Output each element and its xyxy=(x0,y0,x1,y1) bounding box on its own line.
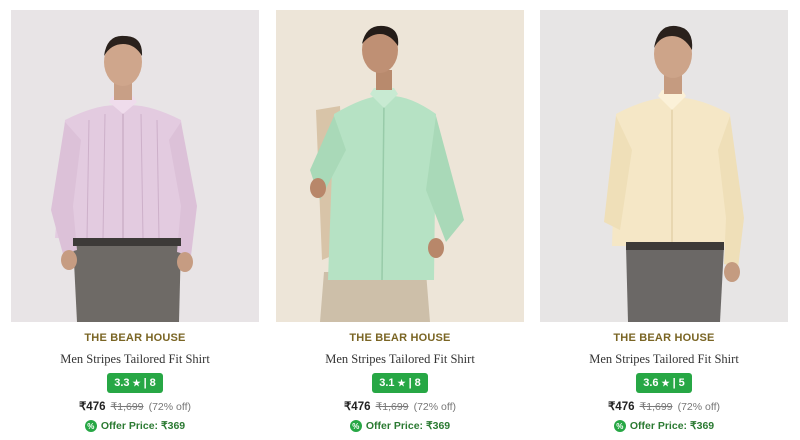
original-price: ₹1,699 xyxy=(110,401,144,413)
model-mint-shirt-photo xyxy=(276,10,524,322)
offer-tag-icon: % xyxy=(613,420,626,432)
offer-price: % Offer Price: ₹369 xyxy=(349,420,451,432)
product-image[interactable] xyxy=(276,10,524,322)
product-name[interactable]: Men Stripes Tailored Fit Shirt xyxy=(276,351,524,367)
original-price: ₹1,699 xyxy=(639,401,673,413)
review-count: 5 xyxy=(678,377,685,389)
discount-percent: (72% off) xyxy=(148,401,192,413)
star-icon: ★ xyxy=(661,377,670,388)
star-icon: ★ xyxy=(397,377,406,388)
brand-name: THE BEAR HOUSE xyxy=(84,332,186,344)
product-image[interactable] xyxy=(11,10,259,322)
model-lilac-shirt-photo xyxy=(11,10,259,322)
selling-price: ₹476 xyxy=(343,401,371,413)
offer-price: % Offer Price: ₹369 xyxy=(613,420,715,432)
price-row: ₹476 ₹1,699 (72% off) xyxy=(276,400,524,414)
product-card[interactable]: THE BEAR HOUSE Men Stripes Tailored Fit … xyxy=(276,10,524,438)
product-card[interactable]: THE BEAR HOUSE Men Stripes Tailored Fit … xyxy=(540,10,788,438)
offer-price-text: Offer Price: ₹369 xyxy=(629,420,715,432)
offer-price: % Offer Price: ₹369 xyxy=(84,420,186,432)
model-cream-shirt-photo xyxy=(540,10,788,322)
star-icon: ★ xyxy=(132,377,141,388)
rating-separator: | xyxy=(143,377,147,389)
offer-tag-icon: % xyxy=(349,420,362,432)
rating-badge[interactable]: 3.1 ★ | 8 xyxy=(372,373,428,393)
price-row: ₹476 ₹1,699 (72% off) xyxy=(540,400,788,414)
rating-badge[interactable]: 3.6 ★ | 5 xyxy=(636,373,692,393)
offer-price-text: Offer Price: ₹369 xyxy=(365,420,451,432)
review-count: 8 xyxy=(149,377,156,389)
discount-percent: (72% off) xyxy=(677,401,721,413)
brand-name: THE BEAR HOUSE xyxy=(349,332,451,344)
offer-tag-icon: % xyxy=(84,420,97,432)
offer-price-text: Offer Price: ₹369 xyxy=(100,420,186,432)
original-price: ₹1,699 xyxy=(375,401,409,413)
product-name[interactable]: Men Stripes Tailored Fit Shirt xyxy=(11,351,259,367)
rating-separator: | xyxy=(672,377,676,389)
rating-badge[interactable]: 3.3 ★ | 8 xyxy=(107,373,163,393)
product-name[interactable]: Men Stripes Tailored Fit Shirt xyxy=(540,351,788,367)
rating-value: 3.1 xyxy=(379,377,395,389)
brand-name: THE BEAR HOUSE xyxy=(613,332,715,344)
product-grid: THE BEAR HOUSE Men Stripes Tailored Fit … xyxy=(0,0,800,440)
product-card[interactable]: THE BEAR HOUSE Men Stripes Tailored Fit … xyxy=(11,10,259,438)
selling-price: ₹476 xyxy=(607,401,635,413)
price-row: ₹476 ₹1,699 (72% off) xyxy=(11,400,259,414)
rating-separator: | xyxy=(408,377,412,389)
selling-price: ₹476 xyxy=(78,401,106,413)
product-image[interactable] xyxy=(540,10,788,322)
discount-percent: (72% off) xyxy=(413,401,457,413)
rating-value: 3.6 xyxy=(643,377,659,389)
review-count: 8 xyxy=(414,377,421,389)
rating-value: 3.3 xyxy=(114,377,130,389)
